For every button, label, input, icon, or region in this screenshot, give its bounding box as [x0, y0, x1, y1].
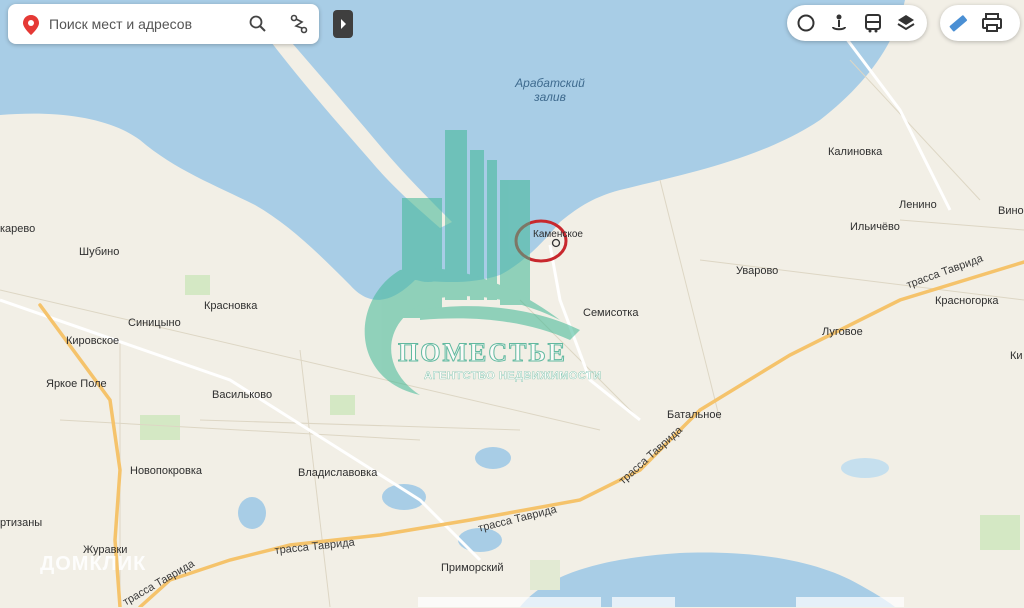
search-icon[interactable] [248, 14, 268, 34]
watermark-title: ПОМЕСТЬЕ [398, 338, 567, 368]
map-pin-icon [23, 15, 39, 35]
ruler-icon[interactable] [946, 11, 970, 35]
place-label-kamenskoe: Каменское [533, 229, 583, 240]
place-label-uvarovo: Уварово [736, 265, 779, 277]
map-attribution [612, 597, 675, 607]
transit-icon[interactable] [861, 11, 885, 35]
domclick-watermark: ДОМКЛИК [40, 553, 147, 575]
place-label-kirovskoe: Кировское [66, 335, 120, 347]
place-label-kalinovka: Калиновка [828, 146, 883, 158]
place-label-vino: Виног [998, 205, 1024, 217]
place-label-sinitsyno: Синицыно [128, 317, 181, 329]
print-icon[interactable] [980, 11, 1004, 35]
map-attribution [796, 597, 904, 607]
panorama-icon[interactable] [827, 11, 851, 35]
circle-layer-icon[interactable] [794, 11, 818, 35]
place-label-partizany: ртизаны [0, 517, 43, 529]
place-label-batalnoe: Батальное [667, 409, 722, 421]
map-tools-toolbar [940, 5, 1020, 41]
map-controls-toolbar [787, 5, 927, 41]
lake [475, 447, 511, 469]
place-label-krasnovka: Красновка [204, 300, 258, 312]
place-label-primorsky: Приморский [441, 562, 504, 574]
place-label-ilichevo: Ильичёво [850, 221, 900, 233]
place-label-lugovoe: Луговое [822, 326, 863, 338]
map-attribution [418, 597, 601, 607]
place-label-semisotka: Семисотка [583, 307, 639, 319]
place-label-vasilkovoe: Васильково [212, 389, 273, 401]
panel-expand-icon [341, 19, 346, 29]
place-label-novopokrovka: Новопокровка [130, 465, 203, 477]
watermark-subtitle: АГЕНТСТВО НЕДВИЖИМОСТИ [424, 370, 602, 382]
place-label-yarkoe-pole: Яркое Поле [46, 378, 107, 390]
place-label-shubino: Шубино [79, 246, 120, 258]
search-box[interactable]: Поиск мест и адресов [8, 4, 319, 44]
place-label-vladislavovka: Владиславовка [298, 467, 378, 479]
gulf-label: Арабатский залив [515, 76, 585, 104]
search-input[interactable]: Поиск мест и адресов [49, 16, 192, 32]
lake [382, 484, 426, 510]
layers-icon[interactable] [894, 11, 918, 35]
route-icon[interactable] [288, 13, 310, 35]
lake [238, 497, 266, 529]
place-label-krasnogorka: Красногорка [935, 295, 999, 307]
place-label-ki: Ки [1010, 350, 1023, 362]
panel-expand-button[interactable] [333, 10, 353, 38]
place-label-lenino: Ленино [899, 199, 937, 211]
place-label-karevo: карево [0, 223, 36, 235]
lake [841, 458, 889, 478]
